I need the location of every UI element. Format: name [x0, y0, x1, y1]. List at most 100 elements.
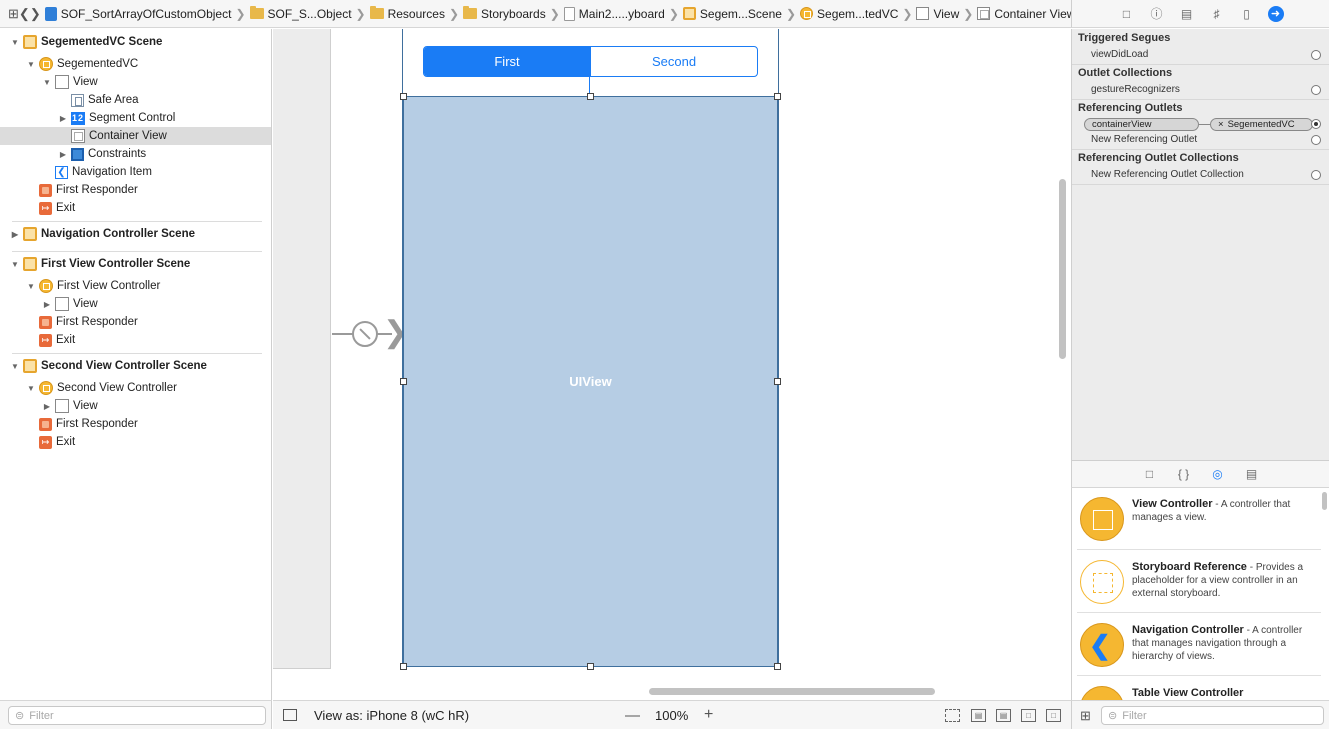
breadcrumb-group[interactable]: SOF_S...Object ❯: [246, 4, 366, 24]
outline-item-segment-control[interactable]: ▶ 12 Segment Control: [0, 109, 271, 127]
outline-item-first-responder[interactable]: First Responder: [0, 415, 271, 433]
breadcrumb-scene[interactable]: Segem...Scene ❯: [679, 4, 796, 24]
connection-circle-icon[interactable]: [1311, 170, 1321, 180]
file-template-icon[interactable]: □: [1141, 465, 1159, 483]
connection-row-viewdidload[interactable]: viewDidLoad: [1091, 49, 1321, 60]
disclosure-right-icon[interactable]: ▶: [10, 230, 20, 239]
library-item-storyboard-reference[interactable]: Storyboard Reference - Provides a placeh…: [1077, 551, 1321, 613]
outlet-target-pill[interactable]: × SegementedVC: [1210, 118, 1313, 131]
identity-inspector-icon[interactable]: ▤: [1178, 5, 1196, 23]
connection-circle-icon[interactable]: [1311, 85, 1321, 95]
disclosure-down-icon[interactable]: ▼: [10, 260, 20, 269]
quick-help-icon[interactable]: ⓘ: [1148, 5, 1166, 23]
disclosure-down-icon[interactable]: ▼: [26, 384, 36, 393]
disclosure-down-icon[interactable]: ▼: [10, 362, 20, 371]
library-scrollbar[interactable]: [1322, 492, 1327, 510]
outline-item-second-vc-view[interactable]: ▶ View: [0, 397, 271, 415]
object-library-icon[interactable]: ◎: [1209, 465, 1227, 483]
disclosure-right-icon[interactable]: ▶: [58, 114, 68, 123]
library-item-table-view-controller[interactable]: Table View Controller: [1077, 677, 1321, 700]
disclosure-down-icon[interactable]: ▼: [42, 78, 52, 87]
outline-item-navigation-item[interactable]: ❮ Navigation Item: [0, 163, 271, 181]
container-view[interactable]: UIView: [403, 96, 778, 667]
storyboard-canvas[interactable]: ❯ First Second UIView: [273, 29, 1071, 700]
segment-second[interactable]: Second: [590, 47, 757, 76]
add-constraints-icon[interactable]: □: [1021, 709, 1036, 722]
resize-handle[interactable]: [400, 378, 407, 385]
segment-first[interactable]: First: [424, 47, 590, 76]
navigation-controller-scene-frame[interactable]: [273, 29, 331, 669]
vertical-scrollbar[interactable]: [1059, 179, 1066, 359]
outline-item-first-vc[interactable]: ▼ First View Controller: [0, 277, 271, 295]
disclosure-right-icon[interactable]: ▶: [58, 150, 68, 159]
embed-in-stack-icon[interactable]: ▤: [971, 709, 986, 722]
disclosure-right-icon[interactable]: ▶: [42, 300, 52, 309]
outline-item-first-vc-view[interactable]: ▶ View: [0, 295, 271, 313]
disclosure-down-icon[interactable]: ▼: [26, 282, 36, 291]
library-filter-input[interactable]: ⊜ Filter: [1101, 706, 1324, 725]
segmented-control[interactable]: First Second: [423, 46, 758, 77]
disclosure-right-icon[interactable]: ▶: [42, 402, 52, 411]
resize-handle[interactable]: [774, 378, 781, 385]
breadcrumb-project[interactable]: SOF_SortArrayOfCustomObject ❯: [41, 4, 246, 24]
zoom-level[interactable]: 100%: [655, 708, 688, 723]
disclosure-down-icon[interactable]: ▼: [10, 38, 20, 47]
zoom-in-button[interactable]: +: [704, 706, 713, 724]
related-items-icon[interactable]: ⊞: [8, 4, 19, 24]
new-referencing-outlet-collection-row[interactable]: New Referencing Outlet Collection: [1091, 169, 1321, 180]
resize-handle[interactable]: [400, 663, 407, 670]
grid-view-icon[interactable]: ⊞: [1080, 708, 1091, 724]
breadcrumb-container-view[interactable]: Container View: [973, 4, 1075, 24]
file-inspector-icon[interactable]: □: [1118, 5, 1136, 23]
back-arrow-icon[interactable]: ❮: [19, 4, 30, 24]
outline-item-exit[interactable]: ↦ Exit: [0, 433, 271, 451]
resize-handle[interactable]: [774, 93, 781, 100]
breadcrumb-view-controller[interactable]: Segem...tedVC ❯: [796, 4, 912, 24]
breadcrumb-view[interactable]: View ❯: [912, 4, 973, 24]
connection-circle-filled-icon[interactable]: [1311, 119, 1321, 129]
size-inspector-icon[interactable]: ▯: [1238, 5, 1256, 23]
resize-handle[interactable]: [587, 663, 594, 670]
connection-circle-icon[interactable]: [1311, 135, 1321, 145]
toggle-outline-icon[interactable]: [283, 709, 297, 721]
outline-item-second-vc[interactable]: ▼ Second View Controller: [0, 379, 271, 397]
code-snippet-icon[interactable]: { }: [1175, 465, 1193, 483]
outline-item-exit[interactable]: ↦ Exit: [0, 199, 271, 217]
outline-item-constraints[interactable]: ▶ Constraints: [0, 145, 271, 163]
forward-arrow-icon[interactable]: ❯: [30, 4, 41, 24]
new-referencing-outlet-row[interactable]: New Referencing Outlet: [1091, 134, 1321, 145]
outline-item-segemented-scene[interactable]: ▼ SegementedVC Scene: [0, 33, 271, 51]
connection-circle-icon[interactable]: [1311, 50, 1321, 60]
connection-row-gesture-recognizers[interactable]: gestureRecognizers: [1091, 84, 1321, 95]
outline-item-container-view[interactable]: Container View: [0, 127, 271, 145]
outline-item-first-vc-scene[interactable]: ▼ First View Controller Scene: [0, 255, 271, 273]
update-frames-icon[interactable]: [945, 709, 960, 722]
library-item-navigation-controller[interactable]: ❮ Navigation Controller - A controller t…: [1077, 614, 1321, 676]
view-as-device-label[interactable]: View as: iPhone 8 (wC hR): [314, 708, 469, 723]
resize-handle[interactable]: [587, 93, 594, 100]
outline-item-segemented-vc[interactable]: ▼ SegementedVC: [0, 55, 271, 73]
resize-handle[interactable]: [400, 93, 407, 100]
outline-item-exit[interactable]: ↦ Exit: [0, 331, 271, 349]
outline-item-navigation-controller-scene[interactable]: ▶ Navigation Controller Scene: [0, 225, 271, 243]
outline-filter-input[interactable]: ⊜ Filter: [8, 706, 266, 725]
library-item-view-controller[interactable]: View Controller - A controller that mana…: [1077, 488, 1321, 550]
resize-handle[interactable]: [774, 663, 781, 670]
outline-item-first-responder[interactable]: First Responder: [0, 181, 271, 199]
disclosure-down-icon[interactable]: ▼: [26, 60, 36, 69]
resolve-issues-icon[interactable]: □: [1046, 709, 1061, 722]
align-icon[interactable]: ▤: [996, 709, 1011, 722]
connections-inspector-icon[interactable]: ➜: [1267, 5, 1284, 22]
attributes-inspector-icon[interactable]: ♯: [1208, 5, 1226, 23]
outline-item-view[interactable]: ▼ View: [0, 73, 271, 91]
segue-icon[interactable]: [352, 321, 378, 347]
remove-connection-icon[interactable]: ×: [1218, 119, 1224, 130]
outline-item-second-vc-scene[interactable]: ▼ Second View Controller Scene: [0, 357, 271, 375]
breadcrumb-storyboard-file[interactable]: Main2.....yboard ❯: [560, 4, 679, 24]
outlet-connection-pill[interactable]: containerView: [1084, 118, 1199, 131]
breadcrumb-resources[interactable]: Resources ❯: [366, 4, 459, 24]
horizontal-scrollbar[interactable]: [649, 688, 935, 695]
zoom-out-button[interactable]: —: [625, 707, 640, 724]
media-library-icon[interactable]: ▤: [1243, 465, 1261, 483]
outline-item-first-responder[interactable]: First Responder: [0, 313, 271, 331]
